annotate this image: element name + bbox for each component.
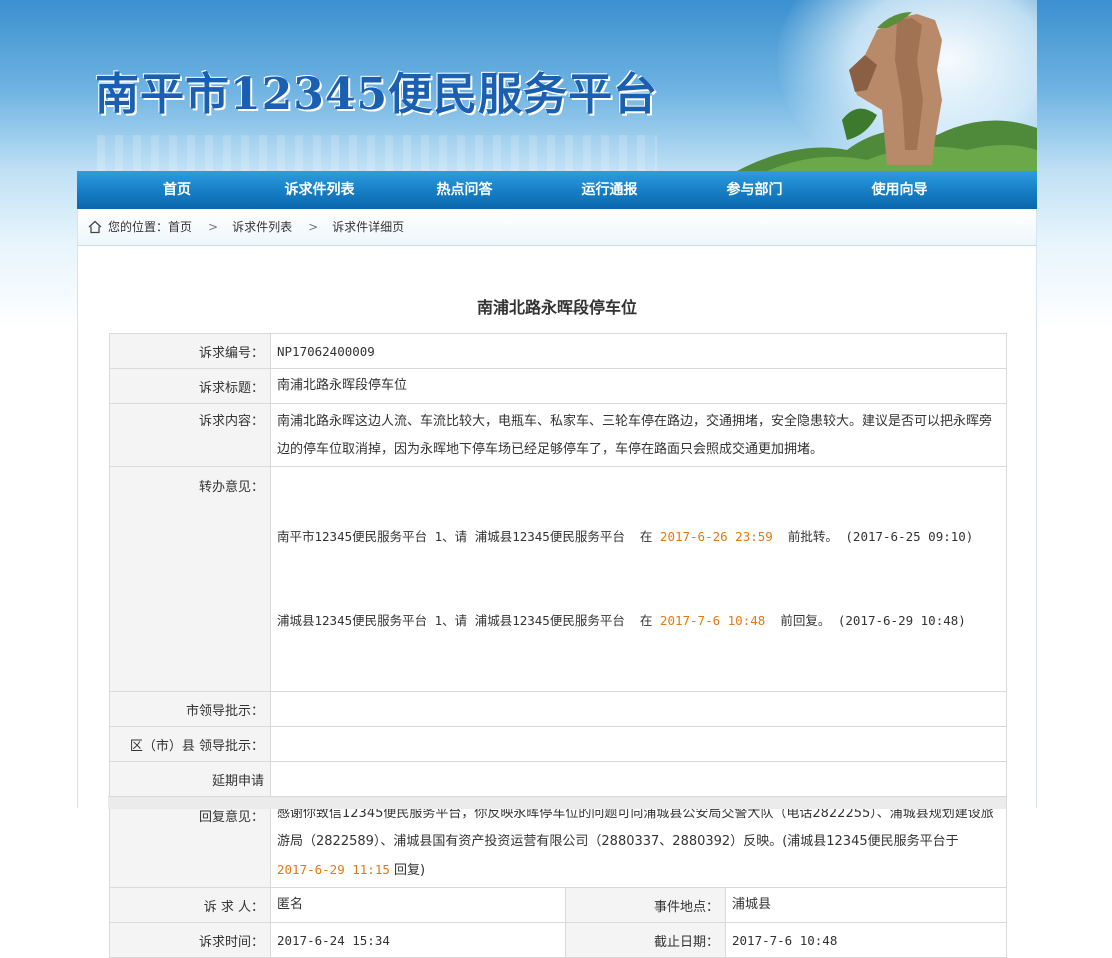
transfer-text: 浦城县12345便民服务平台 1、请 浦城县12345便民服务平台 在	[277, 613, 660, 628]
nav-item-home[interactable]: 首页	[107, 171, 247, 209]
location-value: 浦城县	[724, 887, 1008, 923]
breadcrumb-prefix: 您的位置：	[108, 220, 169, 234]
field-label: 事件地点：	[565, 887, 726, 923]
table-row: 诉求内容： 南浦北路永晖这边人流、车流比较大，电瓶车、私家车、三轮车停在路边，交…	[109, 403, 1008, 467]
field-label: 区（市）县 领导批示：	[109, 726, 271, 762]
field-label: 转办意见：	[109, 466, 271, 692]
reply-suffix: 回复)	[389, 862, 426, 878]
transfer-line: 浦城县12345便民服务平台 1、请 浦城县12345便民服务平台 在 2017…	[277, 607, 1000, 635]
table-row: 区（市）县 领导批示：	[109, 726, 1008, 762]
rock-peak-image	[737, 12, 1037, 171]
transfer-text: 前批转。 (2017-6-25 09:10)	[772, 529, 974, 544]
city-leader-value	[269, 691, 1008, 727]
county-leader-value	[269, 726, 1008, 762]
field-label: 诉求标题：	[109, 368, 271, 404]
field-label: 延期申请	[109, 761, 271, 797]
field-label: 回复意见：	[109, 796, 271, 888]
reply-value: 感谢你致信12345便民服务平台，你反映永晖停车位的问题可向浦城县公安局交警大队…	[269, 796, 1008, 888]
table-row: 市领导批示：	[109, 691, 1008, 727]
table-row: 诉 求 人： 匿名 事件地点： 浦城县	[109, 887, 1008, 923]
deadline-value: 2017-7-6 10:48	[724, 922, 1008, 958]
table-footer-strip	[108, 796, 1006, 809]
extension-value	[269, 761, 1008, 797]
site-title: 南平市12345便民服务平台	[95, 69, 659, 120]
main-nav: 首页 诉求件列表 热点问答 运行通报 参与部门 使用向导	[77, 171, 1037, 209]
breadcrumb-home-link[interactable]: 首页	[168, 209, 192, 245]
field-label: 诉求时间：	[109, 922, 271, 958]
field-label: 市领导批示：	[109, 691, 271, 727]
table-row: 转办意见： 南平市12345便民服务平台 1、请 浦城县12345便民服务平台 …	[109, 466, 1008, 692]
transfer-text: 前回复。 (2017-6-29 10:48)	[765, 613, 966, 628]
request-time-value: 2017-6-24 15:34	[270, 922, 566, 958]
transfer-opinion-value: 南平市12345便民服务平台 1、请 浦城县12345便民服务平台 在 2017…	[269, 466, 1008, 692]
table-row: 诉求时间： 2017-6-24 15:34 截止日期： 2017-7-6 10:…	[109, 922, 1008, 958]
header-banner: 南平市12345便民服务平台	[77, 0, 1037, 171]
table-row: 延期申请	[109, 761, 1008, 797]
detail-table: 诉求编号： NP17062400009 诉求标题： 南浦北路永晖段停车位 诉求内…	[109, 333, 1008, 958]
nav-item-departments[interactable]: 参与部门	[682, 171, 827, 209]
breadcrumb: 您的位置： 首页 > 诉求件列表 > 诉求件详细页	[77, 209, 1037, 246]
field-label: 诉求内容：	[109, 403, 271, 467]
nav-item-hot-qa[interactable]: 热点问答	[392, 171, 537, 209]
banner-skyline	[97, 135, 657, 171]
table-row: 回复意见： 感谢你致信12345便民服务平台，你反映永晖停车位的问题可向浦城县公…	[109, 796, 1008, 888]
requester-value: 匿名	[270, 887, 566, 923]
content-panel: 南浦北路永晖段停车位 诉求编号： NP17062400009 诉求标题： 南浦北…	[77, 246, 1037, 958]
field-label: 截止日期：	[565, 922, 726, 958]
nav-item-operation-report[interactable]: 运行通报	[537, 171, 682, 209]
reply-time: 2017-6-29 11:15	[277, 861, 390, 877]
field-label: 诉求编号：	[109, 333, 271, 369]
breadcrumb-current: 诉求件详细页	[332, 220, 405, 234]
table-row: 诉求标题： 南浦北路永晖段停车位	[109, 368, 1008, 404]
page-title: 南浦北路永晖段停车位	[476, 298, 637, 317]
breadcrumb-list-link[interactable]: 诉求件列表	[232, 209, 292, 245]
breadcrumb-separator: >	[308, 220, 319, 234]
request-subject-value: 南浦北路永晖段停车位	[269, 368, 1008, 404]
field-label: 诉 求 人：	[109, 887, 271, 923]
reply-text: 感谢你致信12345便民服务平台，你反映永晖停车位的问题可向浦城县公安局交警大队…	[277, 805, 994, 849]
breadcrumb-separator: >	[208, 220, 219, 234]
home-icon	[88, 220, 102, 234]
request-content-value: 南浦北路永晖这边人流、车流比较大，电瓶车、私家车、三轮车停在路边，交通拥堵，安全…	[269, 403, 1008, 467]
table-row: 诉求编号： NP17062400009	[109, 333, 1008, 369]
request-id-value: NP17062400009	[269, 333, 1008, 369]
transfer-deadline: 2017-7-6 10:48	[659, 613, 766, 628]
nav-item-guide[interactable]: 使用向导	[827, 171, 972, 209]
transfer-text: 南平市12345便民服务平台 1、请 浦城县12345便民服务平台 在	[277, 529, 660, 544]
transfer-deadline: 2017-6-26 23:59	[659, 529, 773, 544]
transfer-line: 南平市12345便民服务平台 1、请 浦城县12345便民服务平台 在 2017…	[277, 523, 1000, 551]
nav-item-request-list[interactable]: 诉求件列表	[247, 171, 392, 209]
